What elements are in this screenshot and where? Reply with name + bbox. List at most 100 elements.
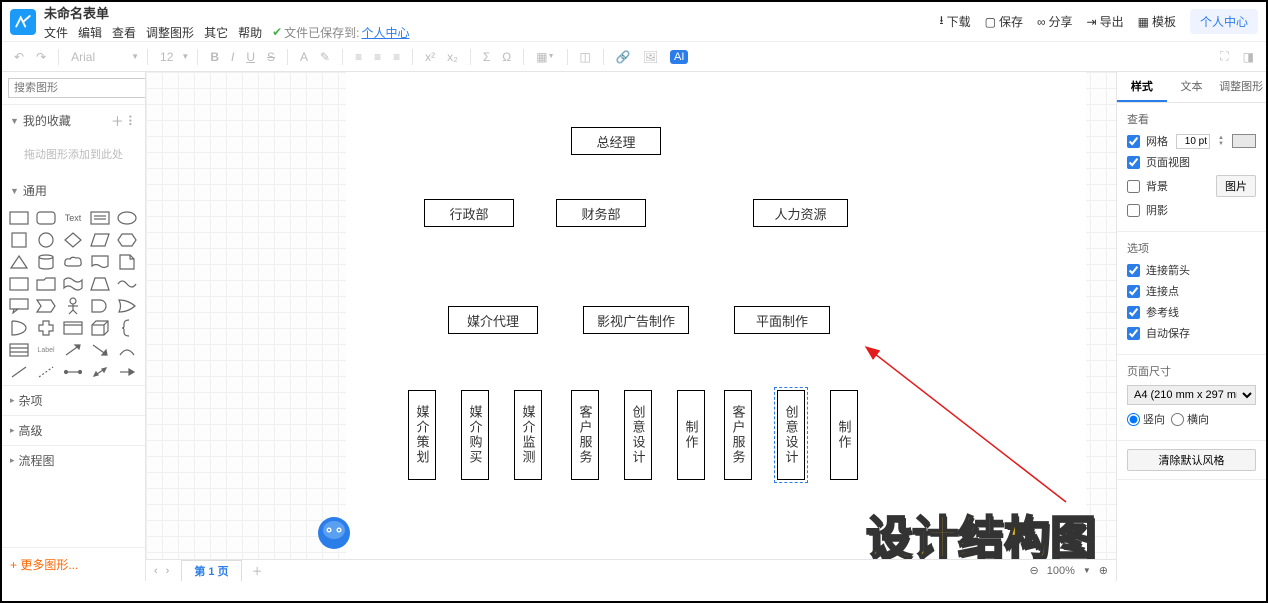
tab-adjust[interactable]: 调整图形: [1216, 72, 1266, 102]
fullscreen-button[interactable]: ⛶: [1216, 47, 1232, 66]
shape-folder[interactable]: [35, 275, 57, 293]
share-button[interactable]: ∞分享: [1037, 13, 1073, 30]
shape-textbox[interactable]: [89, 209, 111, 227]
add-page-button[interactable]: ＋: [244, 563, 271, 579]
shape-brace[interactable]: [116, 319, 138, 337]
shape-window[interactable]: [62, 319, 84, 337]
shape-arrow-right[interactable]: [116, 363, 138, 381]
link-button[interactable]: 🔗: [612, 48, 635, 66]
clear-default-button[interactable]: 清除默认风格: [1127, 449, 1256, 471]
align-right-button[interactable]: ≡: [389, 48, 404, 66]
shape-line-dashed[interactable]: [35, 363, 57, 381]
export-button[interactable]: ⇥导出: [1087, 13, 1124, 30]
zoom-level[interactable]: 100%: [1047, 565, 1075, 577]
formula-button[interactable]: Σ: [479, 48, 494, 66]
shape-or[interactable]: [116, 297, 138, 315]
zoom-in-button[interactable]: ⊕: [1099, 564, 1108, 577]
font-color-button[interactable]: A: [296, 48, 312, 66]
shadow-checkbox[interactable]: [1127, 204, 1140, 217]
shape-trapezoid[interactable]: [89, 275, 111, 293]
shape-connector[interactable]: [62, 363, 84, 381]
shape-parallelogram[interactable]: [89, 231, 111, 249]
common-section-header[interactable]: ▼ 通用: [2, 176, 145, 205]
portrait-radio[interactable]: [1127, 413, 1140, 426]
background-checkbox[interactable]: [1127, 180, 1140, 193]
download-button[interactable]: ⭳下载: [939, 11, 970, 32]
next-page-button[interactable]: ›: [166, 565, 170, 577]
italic-button[interactable]: I: [227, 48, 238, 66]
shape-square[interactable]: [8, 231, 30, 249]
shape-step[interactable]: [35, 297, 57, 315]
menu-help[interactable]: 帮助: [238, 24, 262, 41]
shape-and[interactable]: [89, 297, 111, 315]
crop-button[interactable]: ◫: [576, 48, 595, 66]
layout-toggle-button[interactable]: ◨: [1239, 47, 1258, 66]
shape-search-input[interactable]: [8, 78, 146, 98]
bold-button[interactable]: B: [206, 48, 223, 66]
shape-callout[interactable]: [8, 297, 30, 315]
table-button[interactable]: ▦▼: [532, 48, 558, 66]
image-button[interactable]: 🖼: [639, 48, 662, 66]
menu-edit[interactable]: 编辑: [78, 24, 102, 41]
shape-wave[interactable]: [116, 275, 138, 293]
shape-diamond[interactable]: [62, 231, 84, 249]
personal-center-button[interactable]: 个人中心: [1190, 9, 1258, 34]
document-title[interactable]: 未命名表单: [44, 3, 410, 22]
more-shapes-button[interactable]: + 更多图形...: [2, 547, 145, 581]
menu-other[interactable]: 其它: [204, 24, 228, 41]
shape-arrow-nw[interactable]: [62, 341, 84, 359]
landscape-radio[interactable]: [1171, 413, 1184, 426]
shape-halfcircle[interactable]: [8, 319, 30, 337]
shape-list[interactable]: [8, 341, 30, 359]
align-center-button[interactable]: ≡: [370, 48, 385, 66]
shape-rect[interactable]: [8, 209, 30, 227]
shape-label[interactable]: Label: [35, 341, 57, 359]
superscript-button[interactable]: x²: [421, 48, 439, 66]
shape-note[interactable]: [116, 253, 138, 271]
strikethrough-button[interactable]: S: [263, 48, 279, 66]
arrow-checkbox[interactable]: [1127, 264, 1140, 277]
ai-button[interactable]: AI: [670, 50, 688, 64]
grid-checkbox[interactable]: [1127, 135, 1140, 148]
guide-checkbox[interactable]: [1127, 306, 1140, 319]
save-button[interactable]: ▢保存: [985, 13, 1023, 30]
page-tab-1[interactable]: 第 1 页: [181, 560, 241, 581]
pageview-checkbox[interactable]: [1127, 156, 1140, 169]
shape-document[interactable]: [89, 253, 111, 271]
menu-adjust[interactable]: 调整图形: [146, 24, 194, 41]
shape-roundrect[interactable]: [35, 209, 57, 227]
shape-text[interactable]: Text: [62, 209, 84, 227]
align-left-button[interactable]: ≡: [351, 48, 366, 66]
save-location-link[interactable]: 个人中心: [362, 24, 410, 41]
shape-arrow-ne[interactable]: [89, 341, 111, 359]
shape-cross[interactable]: [35, 319, 57, 337]
advanced-section-header[interactable]: ▸高级: [2, 415, 145, 445]
shape-cube[interactable]: [89, 319, 111, 337]
connector-checkbox[interactable]: [1127, 285, 1140, 298]
shape-ellipse[interactable]: [116, 209, 138, 227]
chatbot-icon[interactable]: [316, 515, 352, 551]
highlight-button[interactable]: ✎: [316, 48, 334, 66]
shape-arrow-curve[interactable]: [116, 341, 138, 359]
prev-page-button[interactable]: ‹: [154, 565, 158, 577]
shape-tape[interactable]: [62, 275, 84, 293]
underline-button[interactable]: U: [242, 48, 259, 66]
redo-button[interactable]: ↷: [32, 48, 50, 66]
autosave-checkbox[interactable]: [1127, 327, 1140, 340]
tab-text[interactable]: 文本: [1167, 72, 1217, 102]
undo-button[interactable]: ↶: [10, 48, 28, 66]
shape-line[interactable]: [8, 363, 30, 381]
shape-cloud[interactable]: [62, 253, 84, 271]
omega-button[interactable]: Ω: [498, 48, 515, 66]
shape-hexagon[interactable]: [116, 231, 138, 249]
tab-style[interactable]: 样式: [1117, 72, 1167, 102]
add-favorite-icon[interactable]: ＋ ⠇: [111, 111, 137, 130]
flowchart-section-header[interactable]: ▸流程图: [2, 445, 145, 475]
subscript-button[interactable]: x₂: [443, 48, 462, 66]
shape-biarrow[interactable]: [89, 363, 111, 381]
shape-actor[interactable]: [62, 297, 84, 315]
menu-view[interactable]: 查看: [112, 24, 136, 41]
bg-image-button[interactable]: 图片: [1216, 175, 1256, 197]
zoom-out-button[interactable]: ⊖: [1030, 564, 1039, 577]
font-family-select[interactable]: Arial: [67, 48, 127, 66]
